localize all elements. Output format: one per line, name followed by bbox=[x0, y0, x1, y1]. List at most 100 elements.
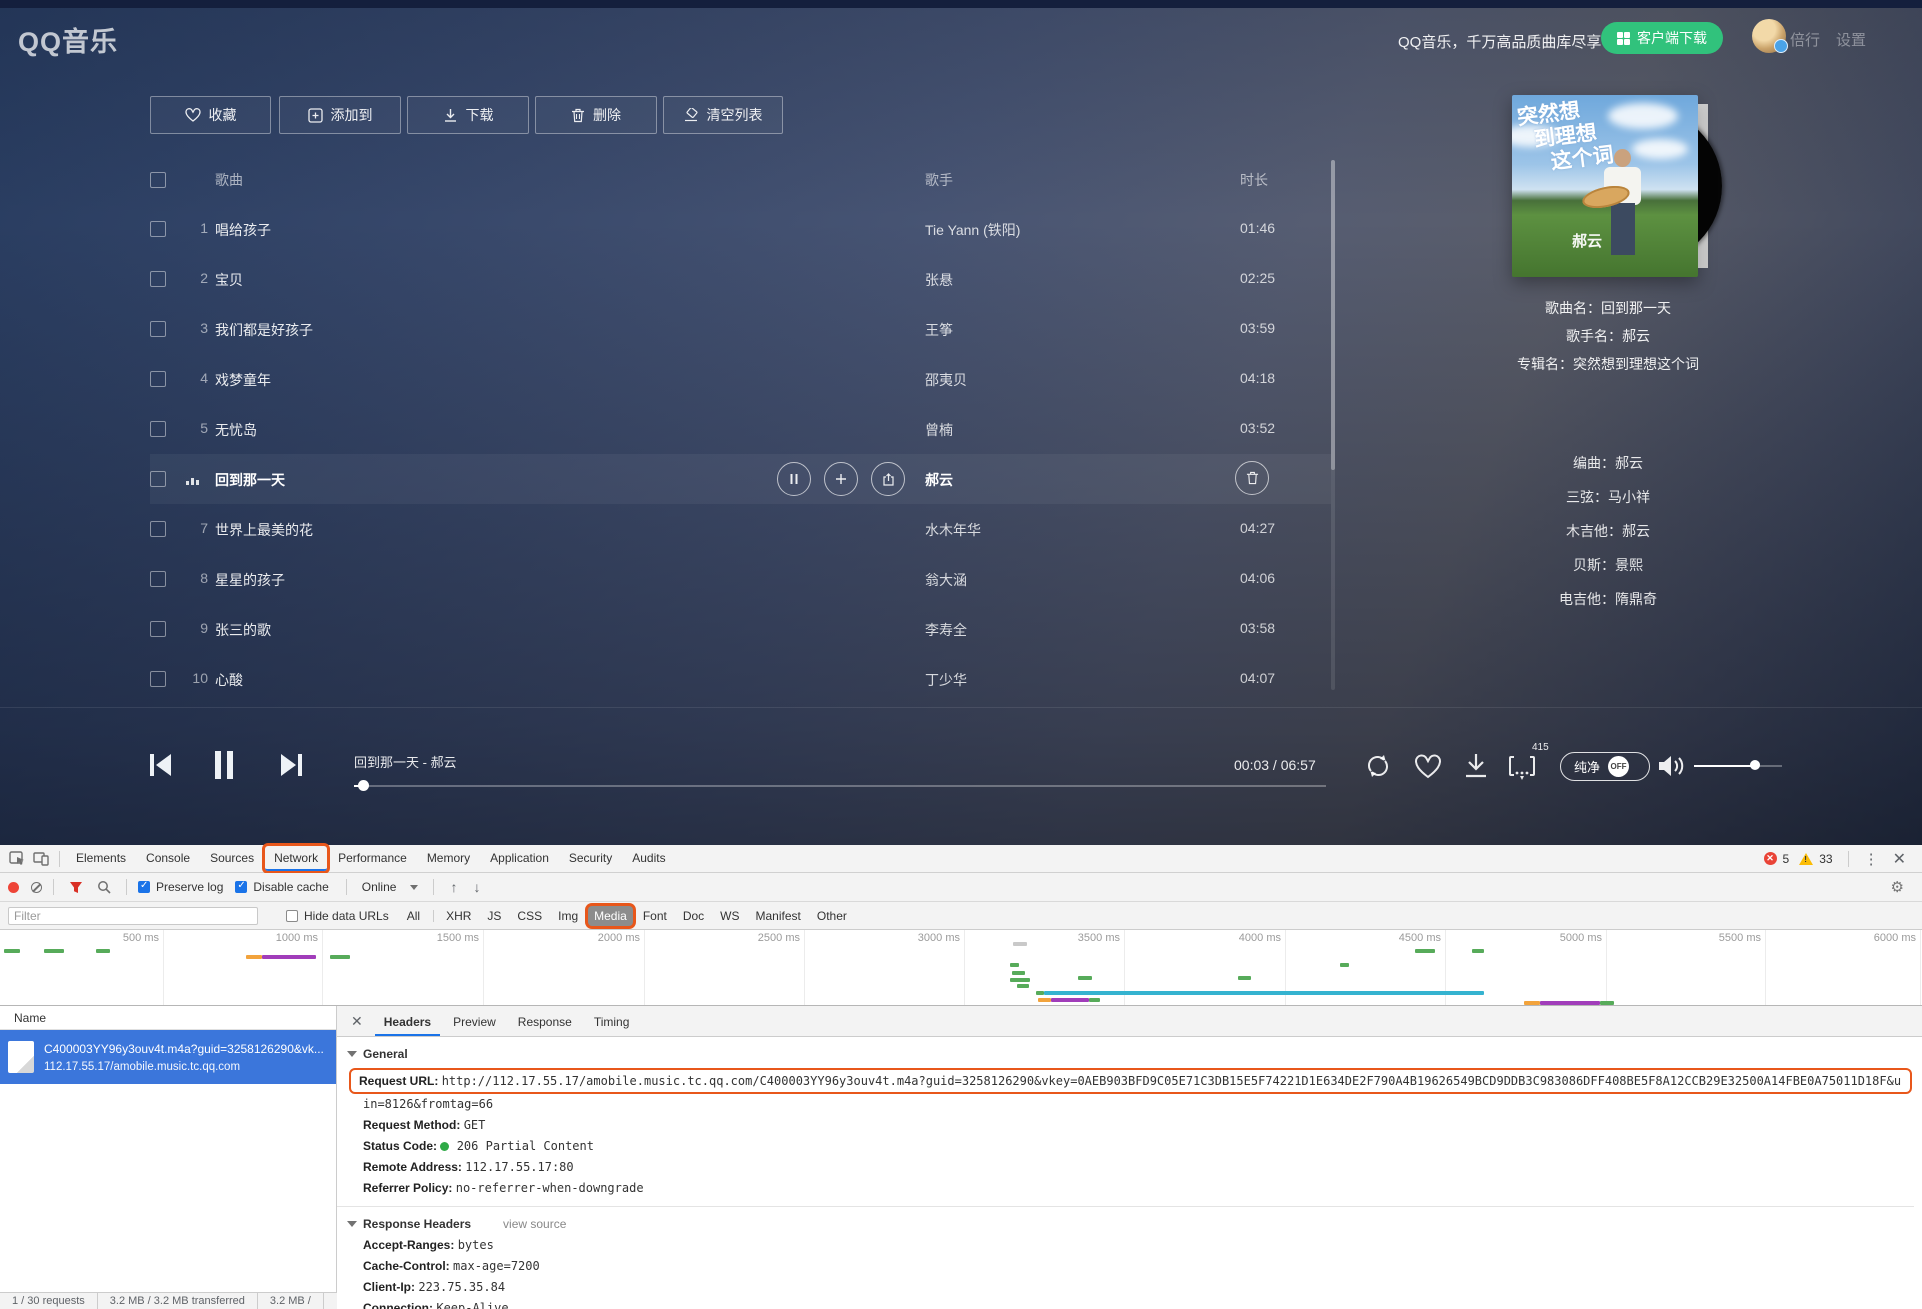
select-all-checkbox[interactable] bbox=[150, 172, 166, 188]
tab-network[interactable]: Network bbox=[265, 846, 327, 871]
column-duration: 时长 bbox=[1240, 170, 1268, 190]
tab-memory[interactable]: Memory bbox=[418, 846, 479, 871]
tab-elements[interactable]: Elements bbox=[67, 846, 135, 871]
next-button[interactable] bbox=[278, 751, 304, 779]
delete-button[interactable]: 删除 bbox=[535, 96, 657, 134]
filter-pill[interactable]: Img bbox=[552, 906, 584, 926]
waterfall-bar bbox=[1010, 963, 1019, 967]
response-headers-section-header[interactable]: Response Headers view source bbox=[347, 1213, 1914, 1235]
row-checkbox[interactable] bbox=[150, 271, 166, 287]
request-url-value: http://112.17.55.17/amobile.music.tc.qq.… bbox=[442, 1074, 1901, 1088]
row-checkbox[interactable] bbox=[150, 371, 166, 387]
export-har-icon[interactable]: ↓ bbox=[468, 879, 485, 895]
volume-button[interactable] bbox=[1656, 753, 1686, 779]
add-row-button[interactable] bbox=[824, 462, 858, 496]
row-checkbox[interactable] bbox=[150, 221, 166, 237]
table-row[interactable]: 1 唱给孩子 Tie Yann (铁阳) 01:46 bbox=[150, 204, 1331, 254]
tab-application[interactable]: Application bbox=[481, 846, 558, 871]
filter-input[interactable] bbox=[8, 907, 258, 925]
avatar[interactable] bbox=[1752, 19, 1786, 53]
devtools-close-icon[interactable]: ✕ bbox=[1889, 849, 1916, 869]
table-row[interactable]: 5 无忧岛 曾楠 03:52 bbox=[150, 404, 1331, 454]
table-scrollbar-thumb[interactable] bbox=[1331, 160, 1335, 470]
nav-settings-link[interactable]: 设置 bbox=[1836, 29, 1866, 50]
client-download-button[interactable]: 客户端下载 bbox=[1601, 22, 1723, 54]
table-row[interactable]: 7 世界上最美的花 水木年华 04:27 bbox=[150, 504, 1331, 554]
loop-mode-button[interactable] bbox=[1364, 752, 1392, 780]
lyrics-button[interactable] bbox=[1508, 755, 1538, 781]
filter-pill[interactable]: Other bbox=[811, 906, 853, 926]
share-row-button[interactable] bbox=[871, 462, 905, 496]
favorite-button[interactable]: 收藏 bbox=[150, 96, 271, 134]
volume-knob[interactable] bbox=[1750, 760, 1760, 770]
network-settings-gear-icon[interactable]: ⚙ bbox=[1881, 878, 1914, 896]
devtools-menu-icon[interactable]: ⋮ bbox=[1856, 850, 1887, 868]
progress-knob[interactable] bbox=[358, 780, 369, 791]
download-track-button[interactable] bbox=[1463, 752, 1489, 779]
view-source-link[interactable]: view source bbox=[503, 1217, 566, 1231]
delete-row-button[interactable] bbox=[1235, 461, 1269, 495]
filter-pill[interactable]: All bbox=[401, 906, 426, 926]
device-toolbar-icon[interactable] bbox=[30, 849, 52, 869]
tab-performance[interactable]: Performance bbox=[329, 846, 416, 871]
disable-cache-checkbox[interactable] bbox=[235, 881, 247, 893]
row-checkbox[interactable] bbox=[150, 521, 166, 537]
pause-button[interactable] bbox=[212, 749, 236, 781]
inspect-element-icon[interactable] bbox=[6, 849, 28, 869]
clear-button[interactable] bbox=[31, 882, 42, 893]
throttling-select[interactable]: Online bbox=[358, 880, 423, 894]
preserve-log-checkbox[interactable] bbox=[138, 881, 150, 893]
row-checkbox[interactable] bbox=[150, 571, 166, 587]
filter-pill[interactable]: Manifest bbox=[750, 906, 807, 926]
row-checkbox[interactable] bbox=[150, 421, 166, 437]
filter-pill[interactable]: XHR bbox=[440, 906, 477, 926]
nav-user-link[interactable]: 倍行 bbox=[1790, 29, 1820, 50]
row-checkbox[interactable] bbox=[150, 471, 166, 487]
row-checkbox[interactable] bbox=[150, 621, 166, 637]
filter-pill[interactable]: CSS bbox=[511, 906, 548, 926]
filter-pill[interactable]: JS bbox=[481, 906, 507, 926]
filter-pill[interactable]: Font bbox=[637, 906, 673, 926]
clear-list-button[interactable]: 清空列表 bbox=[663, 96, 783, 134]
filter-pill[interactable]: WS bbox=[714, 906, 745, 926]
import-har-icon[interactable]: ↑ bbox=[445, 879, 462, 895]
tab-console[interactable]: Console bbox=[137, 846, 199, 871]
table-row[interactable]: 9 张三的歌 李寿全 03:58 bbox=[150, 604, 1331, 654]
close-details-icon[interactable]: ✕ bbox=[343, 1013, 371, 1030]
warning-badge-icon[interactable] bbox=[1799, 853, 1813, 865]
table-row[interactable]: 回到那一天 郝云 bbox=[150, 454, 1331, 504]
tab-headers[interactable]: Headers bbox=[375, 1007, 440, 1036]
request-list-header[interactable]: Name bbox=[0, 1006, 336, 1030]
tab-response[interactable]: Response bbox=[509, 1007, 581, 1036]
row-number: 5 bbox=[184, 420, 208, 436]
tab-sources[interactable]: Sources bbox=[201, 846, 263, 871]
filter-pill[interactable]: Doc bbox=[677, 906, 710, 926]
table-row[interactable]: 10 心酸 丁少华 04:07 bbox=[150, 654, 1331, 704]
table-row[interactable]: 3 我们都是好孩子 王筝 03:59 bbox=[150, 304, 1331, 354]
table-row[interactable]: 4 戏梦童年 邵夷贝 04:18 bbox=[150, 354, 1331, 404]
hide-data-urls-checkbox[interactable] bbox=[286, 910, 298, 922]
network-overview[interactable]: 500 ms 1000 ms 1500 ms 2000 ms bbox=[0, 930, 1922, 1006]
table-row[interactable]: 8 星星的孩子 翁大涵 04:06 bbox=[150, 554, 1331, 604]
row-checkbox[interactable] bbox=[150, 671, 166, 687]
error-badge-icon[interactable]: ✕ bbox=[1764, 852, 1777, 865]
filter-pill[interactable]: Media bbox=[588, 906, 633, 926]
tab-audits[interactable]: Audits bbox=[623, 846, 674, 871]
download-button[interactable]: 下载 bbox=[407, 96, 529, 134]
record-button[interactable] bbox=[8, 882, 19, 893]
tab-security[interactable]: Security bbox=[560, 846, 621, 871]
filter-funnel-icon[interactable] bbox=[65, 877, 87, 897]
purity-toggle[interactable]: 纯净 OFF bbox=[1560, 752, 1650, 781]
add-to-button[interactable]: 添加到 bbox=[279, 96, 401, 134]
like-button[interactable] bbox=[1414, 753, 1442, 779]
previous-button[interactable] bbox=[148, 751, 174, 779]
progress-track[interactable] bbox=[354, 785, 1326, 787]
tab-preview[interactable]: Preview bbox=[444, 1007, 505, 1036]
pause-row-button[interactable] bbox=[777, 462, 811, 496]
request-row-selected[interactable]: C400003YY96y3ouv4t.m4a?guid=3258126290&v… bbox=[0, 1030, 336, 1084]
table-row[interactable]: 2 宝贝 张悬 02:25 bbox=[150, 254, 1331, 304]
general-section-header[interactable]: General bbox=[347, 1043, 1914, 1065]
row-checkbox[interactable] bbox=[150, 321, 166, 337]
tab-timing[interactable]: Timing bbox=[585, 1007, 639, 1036]
search-icon[interactable] bbox=[93, 877, 115, 897]
